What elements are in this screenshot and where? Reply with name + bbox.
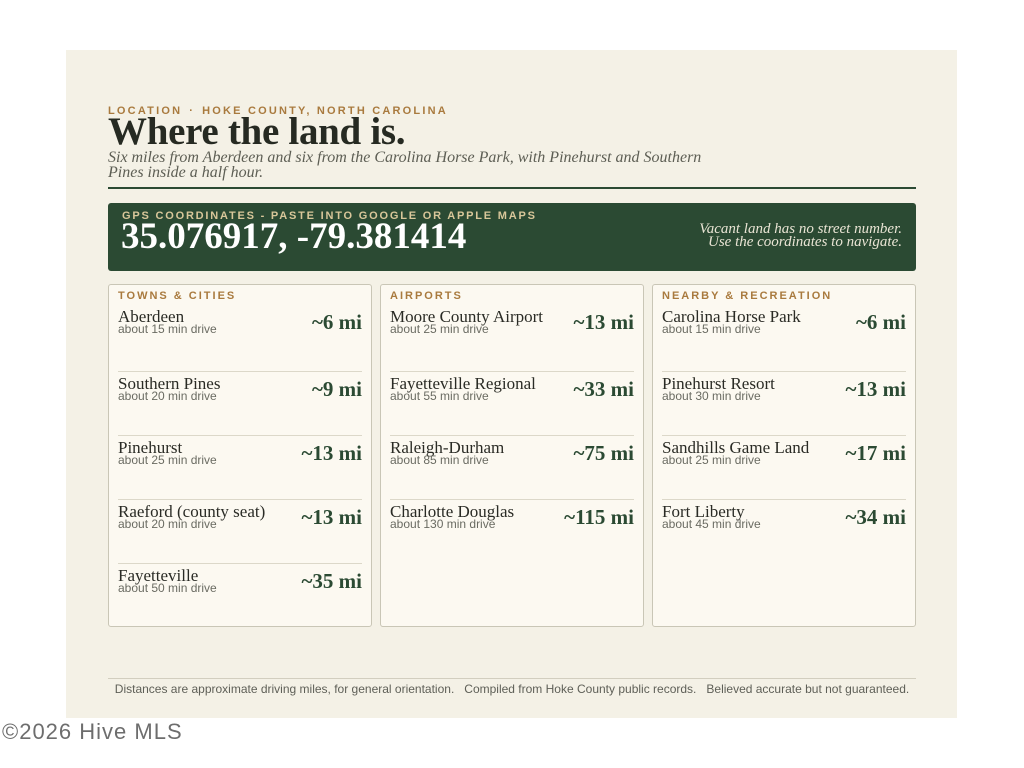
gps-coordinates[interactable]: 35.076917, -79.381414 xyxy=(121,217,466,257)
drive-time: about 55 min drive xyxy=(390,389,489,403)
location-panel: LOCATION · HOKE COUNTY, NORTH CAROLINA Whe… xyxy=(66,50,957,718)
drive-time: about 25 min drive xyxy=(390,322,489,336)
card-title: AIRPORTS xyxy=(390,290,463,302)
mls-watermark: ©2026 Hive MLS xyxy=(2,719,183,744)
distance-value: ~6 mi xyxy=(312,310,362,334)
header-divider xyxy=(108,187,916,189)
drive-time: about 15 min drive xyxy=(662,322,761,336)
drive-time: about 50 min drive xyxy=(118,581,217,595)
distance-value: ~13 mi xyxy=(573,310,635,334)
list-item: Sandhills Game Land about 25 min drive ~17… xyxy=(662,435,906,499)
distance-value: ~33 mi xyxy=(573,377,635,401)
distance-value: ~9 mi xyxy=(312,377,362,401)
distance-value: ~6 mi xyxy=(856,310,906,334)
panel-content: LOCATION · HOKE COUNTY, NORTH CAROLINA Whe… xyxy=(108,50,916,718)
footer-text-1: Distances are approximate driving miles,… xyxy=(114,682,455,696)
drive-time: about 30 min drive xyxy=(662,389,761,403)
list-item: Moore County Airport about 25 min drive ~1… xyxy=(390,308,634,371)
drive-time: about 25 min drive xyxy=(662,453,761,467)
distance-value: ~35 mi xyxy=(301,569,363,593)
card-title: TOWNS & CITIES xyxy=(118,290,237,302)
drive-time: about 15 min drive xyxy=(118,322,217,336)
distance-value: ~115 mi xyxy=(564,505,634,529)
gps-note-line-2: Use the coordinates to navigate. xyxy=(708,234,902,250)
distance-value: ~13 mi xyxy=(301,505,363,529)
card-items: Moore County Airport about 25 min drive ~1… xyxy=(390,308,634,563)
card-airports: AIRPORTS Moore County Airport about 25 mi… xyxy=(380,284,644,627)
distance-cards: TOWNS & CITIES Aberdeen about 15 min driv… xyxy=(108,284,916,627)
distance-value: ~75 mi xyxy=(573,441,635,465)
distance-value: ~13 mi xyxy=(845,377,907,401)
drive-time: about 20 min drive xyxy=(118,389,217,403)
list-item: Fort Liberty about 45 min drive ~34 mi xyxy=(662,499,906,563)
list-item: Aberdeen about 15 min drive ~6 mi xyxy=(118,308,362,371)
distance-value: ~17 mi xyxy=(845,441,907,465)
card-items: Aberdeen about 15 min drive ~6 mi Southern … xyxy=(118,308,362,627)
list-item: Southern Pines about 20 min drive ~9 mi xyxy=(118,371,362,435)
list-item: Raeford (county seat) about 20 min drive ~… xyxy=(118,499,362,563)
card-towns-cities: TOWNS & CITIES Aberdeen about 15 min driv… xyxy=(108,284,372,627)
card-nearby-recreation: NEARBY & RECREATION Carolina Horse Park a… xyxy=(652,284,916,627)
list-item: Raleigh-Durham about 85 min drive ~75 mi xyxy=(390,435,634,499)
list-item: Pinehurst about 25 min drive ~13 mi xyxy=(118,435,362,499)
distance-value: ~34 mi xyxy=(845,505,907,529)
drive-time: about 25 min drive xyxy=(118,453,217,467)
drive-time: about 85 min drive xyxy=(390,453,489,467)
footer-divider xyxy=(108,678,916,679)
distance-value: ~13 mi xyxy=(301,441,363,465)
footer-text-2: Compiled from Hoke County public records… xyxy=(464,682,697,696)
drive-time: about 130 min drive xyxy=(390,517,496,531)
card-title: NEARBY & RECREATION xyxy=(662,290,833,302)
gps-banner: GPS COORDINATES - PASTE INTO GOOGLE OR A… xyxy=(108,203,916,271)
footer-text-3: Believed accurate but not guaranteed. xyxy=(706,682,910,696)
drive-time: about 45 min drive xyxy=(662,517,761,531)
gps-note: Vacant land has no street number. Use th… xyxy=(699,222,902,250)
list-item: Fayetteville about 50 min drive ~35 mi xyxy=(118,563,362,627)
list-item: Charlotte Douglas about 130 min drive ~115… xyxy=(390,499,634,563)
drive-time: about 20 min drive xyxy=(118,517,217,531)
card-items: Carolina Horse Park about 15 min drive ~6 … xyxy=(662,308,906,563)
page-subtitle: Six miles from Aberdeen and six from the… xyxy=(108,149,702,181)
footer-disclaimer: Distances are approximate driving miles,… xyxy=(108,682,916,696)
list-item: Carolina Horse Park about 15 min drive ~6 … xyxy=(662,308,906,371)
list-item: Pinehurst Resort about 30 min drive ~13 mi xyxy=(662,371,906,435)
list-item: Fayetteville Regional about 55 min drive ~… xyxy=(390,371,634,435)
